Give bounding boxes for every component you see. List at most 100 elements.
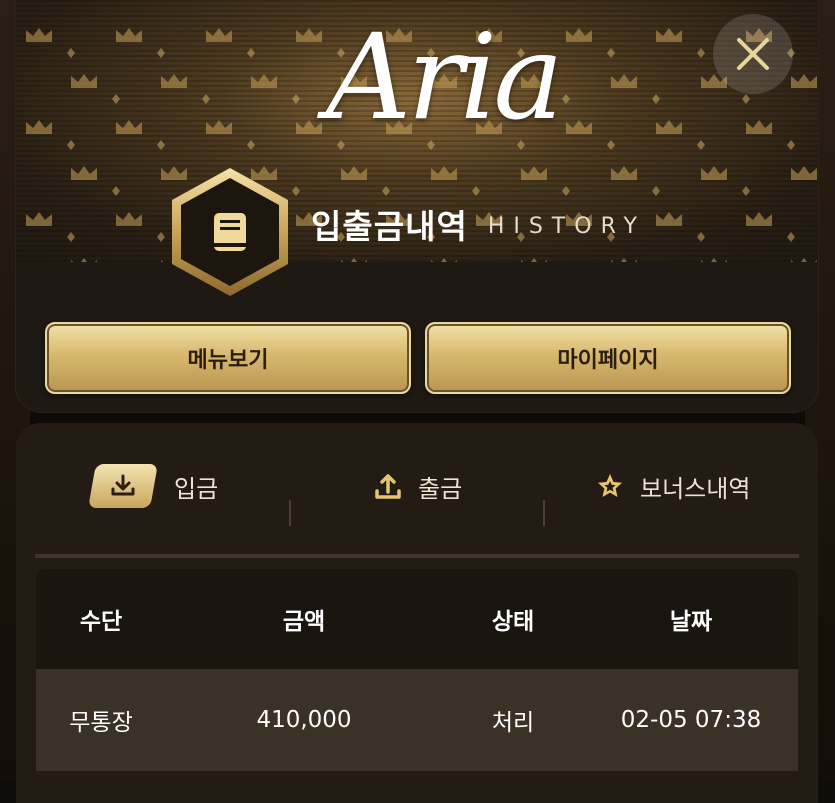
table-row[interactable]: 무통장 410,000 처리 02-05 07:38 [36,669,798,771]
mypage-button[interactable]: 마이페이지 [425,322,791,394]
column-header-status: 상태 [491,609,535,635]
diamond-mark [697,48,705,58]
history-table: 수단 금액 상태 날짜 무통장 410,000 처리 02-05 07:38 [36,569,798,771]
crown-mark [521,166,547,180]
diamond-mark [67,232,75,242]
crown-mark [701,258,727,262]
crown-mark [656,28,682,42]
tab-withdraw-label: 출금 [418,474,463,503]
crown-mark [71,258,97,262]
tab-deposit-label: 입금 [174,474,219,503]
crown-mark [341,166,367,180]
diamond-mark [607,48,615,58]
crown-mark [296,120,322,134]
diamond-mark [697,140,705,150]
diamond-mark [562,94,570,104]
tab-underline [35,554,799,558]
crown-mark [206,28,232,42]
diamond-mark [472,186,480,196]
crown-mark [791,166,817,180]
diamond-mark [607,140,615,150]
download-icon [88,464,158,508]
crown-mark [26,28,52,42]
cell-method: 무통장 [69,710,133,736]
diamond-mark [652,186,660,196]
tab-bonus[interactable]: 보너스내역 [596,453,750,519]
crown-mark [116,212,142,226]
diamond-mark [67,140,75,150]
crown-mark [611,166,637,180]
crown-mark [161,74,187,88]
crown-mark [611,74,637,88]
crown-mark [116,28,142,42]
history-book-badge [172,168,288,296]
diamond-mark [787,140,795,150]
crown-mark [656,212,682,226]
crown-mark [26,120,52,134]
tab-deposit[interactable]: 입금 [88,453,219,519]
crown-mark [701,166,727,180]
crown-mark [521,258,547,262]
crown-mark [71,74,97,88]
diamond-mark [247,48,255,58]
diamond-mark [697,232,705,242]
crown-mark [71,166,97,180]
close-button[interactable] [713,14,793,94]
crown-mark [746,212,772,226]
crown-mark [26,212,52,226]
tab-withdraw[interactable]: 출금 [374,453,462,519]
diamond-mark [157,48,165,58]
header-card: Aria 입출금내역 HISTORY 메뉴보기 마이페이지 [16,0,818,412]
tab-divider [289,500,291,526]
diamond-mark [292,186,300,196]
close-icon [737,38,769,70]
crown-mark [431,258,457,262]
menu-button[interactable]: 메뉴보기 [45,322,411,394]
column-header-method: 수단 [79,609,123,635]
diamond-mark [652,94,660,104]
book-icon [214,213,246,251]
diamond-mark [787,232,795,242]
upload-icon [374,472,402,500]
column-header-amount: 금액 [282,609,326,635]
page-title: 입출금내역 [311,207,468,246]
cell-status: 처리 [491,710,535,736]
content-card: 입금 출금 보너스내역 수단 금액 상태 날짜 무통장 410,000 처리 0… [16,423,818,803]
cell-amount: 410,000 [256,707,352,733]
crown-mark [746,120,772,134]
crown-mark [341,258,367,262]
diamond-mark [247,140,255,150]
crown-mark [656,120,682,134]
star-icon [596,472,624,500]
page-subtitle: HISTORY [487,213,646,239]
crown-mark [296,28,322,42]
table-header: 수단 금액 상태 날짜 [36,569,798,669]
crown-mark [791,258,817,262]
crown-mark [251,74,277,88]
crown-mark [116,120,142,134]
tab-bar: 입금 출금 보너스내역 [16,453,818,558]
crown-mark [566,28,592,42]
diamond-mark [382,186,390,196]
crown-mark [791,74,817,88]
crown-mark [566,120,592,134]
logo: Aria [326,8,564,146]
diamond-mark [67,48,75,58]
diamond-mark [742,186,750,196]
diamond-mark [202,94,210,104]
tab-bonus-label: 보너스내역 [640,474,751,503]
diamond-mark [112,94,120,104]
diamond-mark [562,186,570,196]
diamond-mark [742,94,750,104]
crown-mark [431,166,457,180]
cell-date: 02-05 07:38 [620,707,762,733]
crown-mark [206,120,232,134]
page-title-group: 입출금내역 HISTORY [311,200,646,248]
tab-divider [543,500,545,526]
crown-mark [611,258,637,262]
diamond-mark [157,140,165,150]
diamond-mark [112,186,120,196]
column-header-date: 날짜 [669,609,713,635]
diamond-mark [157,232,165,242]
diamond-mark [292,94,300,104]
